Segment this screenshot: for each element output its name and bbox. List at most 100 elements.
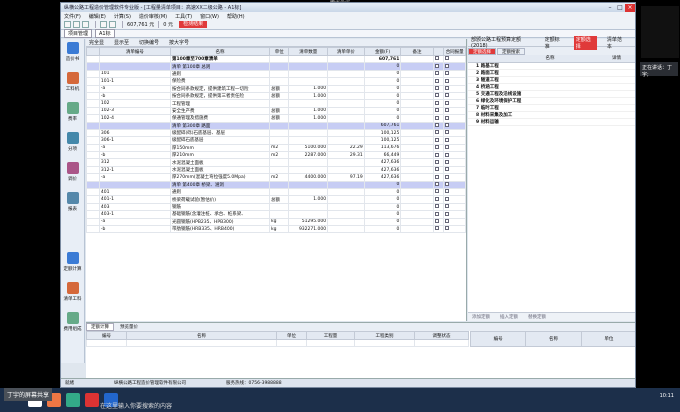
cell-unit[interactable]: 总额 [269, 106, 290, 116]
row-checkbox[interactable] [445, 108, 450, 113]
sidebar-item-rate[interactable]: 费率 [61, 99, 84, 129]
row-checkbox[interactable] [445, 189, 450, 194]
cell-price[interactable] [327, 165, 365, 175]
sidebar-item-adjust[interactable]: 调价 [61, 159, 84, 189]
table-row[interactable]: -b 厚210mm m2 2287.000 29.31 66,449 [86, 151, 466, 160]
cell-name[interactable]: 第100章至700章清单 [169, 54, 271, 64]
col-header[interactable]: 备注 [400, 47, 434, 56]
close-icon[interactable]: × [625, 3, 635, 12]
cell-no[interactable]: 312-1 [98, 165, 171, 175]
cell-qty[interactable] [288, 202, 329, 212]
cell-price[interactable]: 97.19 [327, 173, 365, 182]
table-row[interactable]: -a 光圆钢筋(HPB235、HPB300) kg 51295.000 0 [86, 217, 466, 227]
cell-no[interactable]: -b [98, 224, 171, 234]
bill-template-button[interactable]: 清单范本 [607, 36, 626, 50]
row-checkbox[interactable] [445, 226, 450, 231]
row-checkbox[interactable] [445, 182, 450, 187]
cell-price[interactable] [327, 62, 365, 71]
cell-qty[interactable]: 1.000 [288, 195, 329, 204]
cell-price[interactable] [327, 77, 365, 86]
cell-price[interactable] [327, 210, 365, 219]
row-checkbox[interactable] [434, 196, 439, 201]
cell-unit[interactable] [269, 121, 290, 130]
row-checkbox[interactable] [445, 63, 450, 68]
table-row[interactable]: -a 厚150mm m2 5100.000 22.29 113,676 [86, 143, 466, 153]
cell-name[interactable]: 水泥混凝土面板 [169, 165, 271, 175]
col-header[interactable]: 名称 [525, 330, 582, 348]
quota-tree-item[interactable]: 6 绿化及环境保护工程 [468, 98, 635, 105]
new-icon[interactable] [64, 21, 71, 28]
row-checkbox[interactable] [434, 174, 439, 179]
table-row[interactable]: 403 钢筋 0 [86, 202, 466, 212]
col-header[interactable]: 名称 [169, 47, 271, 56]
cell-qty[interactable] [288, 69, 329, 79]
col-header[interactable] [432, 47, 445, 56]
cell-unit[interactable] [269, 77, 290, 86]
row-checkbox[interactable] [434, 226, 439, 231]
cell-qty[interactable] [288, 165, 329, 175]
col-header[interactable]: 金额(F) [363, 47, 402, 56]
cell-name[interactable]: 通则 [169, 188, 271, 197]
cell-qty[interactable] [288, 136, 329, 145]
cell-amt[interactable]: 0 [363, 180, 402, 190]
cell-unit[interactable] [269, 158, 290, 167]
cell-qty[interactable] [288, 210, 329, 219]
quota-standard-button[interactable]: 定额标准 [545, 36, 564, 50]
cell-qty[interactable] [288, 158, 329, 167]
cell-amt[interactable]: 427,636 [363, 165, 402, 175]
cell-no[interactable]: 312 [98, 158, 171, 167]
cell-name[interactable]: 清单 第300章 路面 [169, 121, 271, 130]
table-row[interactable]: 清单 第400章 桥梁、涵洞 0 [86, 180, 466, 190]
cell-unit[interactable]: m2 [269, 173, 290, 182]
cell-no[interactable]: 401-1 [98, 195, 171, 204]
table-row[interactable]: 401-1 桥梁荷载试验(暂估价) 总额 1.000 0 [86, 195, 466, 204]
cell-unit[interactable] [269, 69, 290, 79]
cell-no[interactable]: -a [98, 173, 171, 182]
app-icon[interactable] [66, 393, 80, 407]
cell-price[interactable] [327, 195, 365, 204]
cell-name[interactable]: 保险费 [169, 77, 271, 86]
row-checkbox[interactable] [445, 174, 450, 179]
table-row[interactable]: 401 通则 0 [86, 188, 466, 197]
tab-quota-search[interactable]: 定额搜索 [497, 48, 525, 55]
cell-amt[interactable]: 0 [363, 91, 402, 101]
cell-qty[interactable] [288, 62, 329, 71]
sidebar-item-bill-material[interactable]: 清单工料 [61, 279, 84, 309]
insert-quota-button[interactable]: 插入定额 [500, 314, 518, 320]
cell-price[interactable] [327, 224, 365, 234]
row-checkbox[interactable] [434, 93, 439, 98]
cell-amt[interactable]: 100,125 [363, 136, 402, 145]
row-checkbox[interactable] [434, 167, 439, 172]
row-checkbox[interactable] [434, 130, 439, 135]
row-checkbox[interactable] [445, 152, 450, 157]
col-header[interactable]: 单位 [580, 330, 635, 348]
cell-name[interactable]: 水泥混凝土面板 [169, 158, 271, 167]
col-header[interactable]: 名称 [126, 331, 277, 340]
cell-amt[interactable]: 427,636 [363, 173, 402, 182]
col-header[interactable]: 工程类别 [354, 331, 415, 340]
cell-unit[interactable]: 总额 [269, 114, 290, 123]
app-icon[interactable] [85, 393, 99, 407]
redo-icon[interactable] [109, 21, 116, 28]
cell-unit[interactable] [269, 202, 290, 212]
cell-amt[interactable]: 0 [363, 202, 402, 212]
row-checkbox[interactable] [445, 71, 450, 76]
cell-price[interactable] [327, 128, 365, 138]
sidebar-item-quota[interactable]: 定额计算 [61, 249, 84, 279]
col-header[interactable]: 单位 [276, 331, 307, 340]
cell-name[interactable]: 光圆钢筋(HPB235、HPB300) [169, 217, 271, 227]
cell-qty[interactable] [288, 180, 329, 190]
row-checkbox[interactable] [445, 145, 450, 150]
cell-no[interactable]: 102-3 [98, 106, 171, 116]
table-row[interactable]: 102 工程管理 0 [86, 99, 466, 108]
cell-qty[interactable]: 51295.000 [288, 217, 329, 227]
cell-no[interactable]: 403-1 [98, 210, 171, 219]
row-checkbox[interactable] [445, 86, 450, 90]
tab-quota-select[interactable]: 定额选择 [468, 48, 496, 55]
cell-name[interactable]: 保通管理及措施费 [169, 114, 271, 123]
row-checkbox[interactable] [434, 145, 439, 150]
menu-help[interactable]: 帮助(H) [227, 13, 245, 20]
row-checkbox[interactable] [434, 56, 439, 61]
row-checkbox[interactable] [445, 100, 450, 105]
menu-edit[interactable]: 编辑(E) [89, 13, 106, 20]
